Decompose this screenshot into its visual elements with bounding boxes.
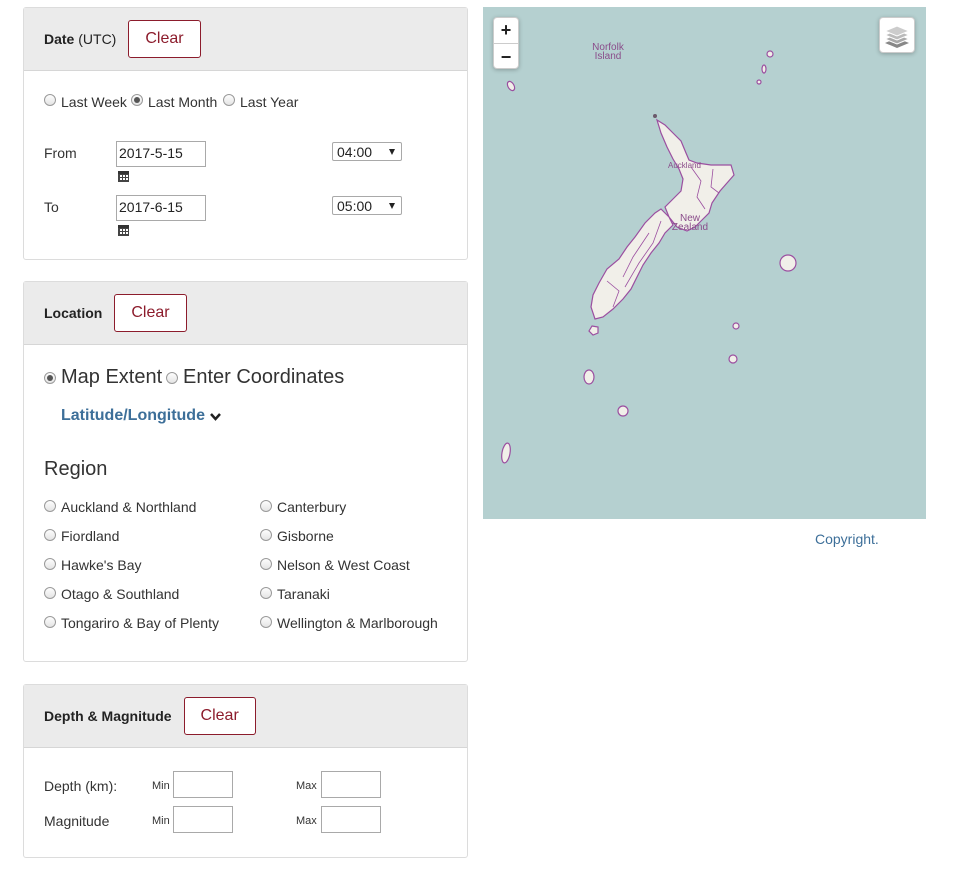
date-clear-button[interactable]: Clear — [128, 20, 201, 58]
date-title: Date (UTC) — [44, 31, 117, 47]
region-label: Hawke's Bay — [61, 557, 142, 573]
region-label: Tongariro & Bay of Plenty — [61, 615, 219, 631]
region-label: Nelson & West Coast — [277, 557, 410, 573]
map-label-auckland: Auckland — [668, 161, 701, 170]
radio-last-month[interactable] — [131, 94, 143, 106]
radio-region-hawkes-bay[interactable] — [44, 558, 56, 570]
radio-region-nelson[interactable] — [260, 558, 272, 570]
latlon-label: Latitude/Longitude — [61, 407, 205, 424]
radio-region-canterbury[interactable] — [260, 500, 272, 512]
radio-label-last-week: Last Week — [61, 94, 127, 110]
date-panel: Date (UTC) Clear Last Week Last Month La… — [23, 7, 468, 260]
region-label: Wellington & Marlborough — [277, 615, 438, 631]
map-label-new-zealand: New Zealand — [671, 213, 709, 233]
to-time-value: 05:00 — [337, 198, 373, 214]
to-date-input[interactable]: 2017-6-15 — [116, 195, 206, 221]
location-clear-button[interactable]: Clear — [114, 294, 187, 332]
calendar-icon[interactable] — [118, 225, 129, 236]
map-label-norfolk: Norfolk Island — [592, 42, 624, 62]
depth-magnitude-panel: Depth & Magnitude Clear Depth (km): Min … — [23, 684, 468, 858]
magnitude-max-label: Max — [296, 815, 317, 827]
radio-region-otago[interactable] — [44, 587, 56, 599]
from-label: From — [44, 145, 77, 161]
magnitude-max-input[interactable] — [321, 806, 381, 833]
map-view[interactable]: Norfolk Island Auckland New Zealand + − — [483, 7, 926, 519]
new-zealand-map-graphic — [501, 50, 797, 464]
latlon-toggle[interactable]: Latitude/Longitude — [61, 407, 221, 425]
magnitude-label: Magnitude — [44, 813, 110, 829]
to-label: To — [44, 199, 59, 215]
layers-icon — [884, 25, 910, 48]
depth-max-label: Max — [296, 780, 317, 792]
location-panel: Location Clear Map Extent Enter Coordina… — [23, 281, 468, 662]
location-title: Location — [44, 305, 103, 321]
date-panel-header: Date (UTC) Clear — [24, 8, 467, 71]
region-label: Auckland & Northland — [61, 499, 197, 515]
depth-magnitude-title: Depth & Magnitude — [44, 708, 172, 724]
radio-enter-coordinates[interactable] — [166, 372, 178, 384]
radio-label-enter-coordinates: Enter Coordinates — [183, 366, 345, 388]
radio-last-week[interactable] — [44, 94, 56, 106]
from-date-input[interactable]: 2017-5-15 — [116, 141, 206, 167]
depth-magnitude-panel-header: Depth & Magnitude Clear — [24, 685, 467, 748]
depth-magnitude-clear-button[interactable]: Clear — [183, 697, 256, 735]
region-label: Fiordland — [61, 528, 120, 544]
dropdown-arrow-icon — [389, 149, 395, 155]
radio-last-year[interactable] — [223, 94, 235, 106]
depth-min-label: Min — [152, 780, 170, 792]
dropdown-arrow-icon — [389, 203, 395, 209]
radio-label-map-extent: Map Extent — [61, 366, 163, 388]
radio-label-last-year: Last Year — [240, 94, 299, 110]
from-time-select[interactable]: 04:00 — [332, 142, 402, 161]
radio-map-extent[interactable] — [44, 372, 56, 384]
region-label: Canterbury — [277, 499, 347, 515]
region-label: Otago & Southland — [61, 586, 180, 602]
radio-region-gisborne[interactable] — [260, 529, 272, 541]
depth-min-input[interactable] — [173, 771, 233, 798]
region-label: Taranaki — [277, 586, 330, 602]
zoom-in-button[interactable]: + — [494, 18, 518, 44]
depth-max-input[interactable] — [321, 771, 381, 798]
to-time-select[interactable]: 05:00 — [332, 196, 402, 215]
magnitude-min-label: Min — [152, 815, 170, 827]
copyright-link[interactable]: Copyright. — [815, 531, 879, 547]
from-time-value: 04:00 — [337, 144, 373, 160]
layers-button[interactable] — [879, 17, 915, 53]
depth-label: Depth (km): — [44, 778, 118, 794]
zoom-out-button[interactable]: − — [494, 44, 518, 70]
calendar-icon[interactable] — [118, 171, 129, 182]
location-panel-header: Location Clear — [24, 282, 467, 345]
radio-region-auckland[interactable] — [44, 500, 56, 512]
chevron-down-icon — [210, 412, 221, 421]
radio-region-wellington[interactable] — [260, 616, 272, 628]
region-heading: Region — [44, 458, 108, 480]
radio-region-taranaki[interactable] — [260, 587, 272, 599]
radio-label-last-month: Last Month — [148, 94, 218, 110]
magnitude-min-input[interactable] — [173, 806, 233, 833]
region-label: Gisborne — [277, 528, 334, 544]
zoom-control: + − — [493, 17, 519, 69]
radio-region-tongariro[interactable] — [44, 616, 56, 628]
radio-region-fiordland[interactable] — [44, 529, 56, 541]
